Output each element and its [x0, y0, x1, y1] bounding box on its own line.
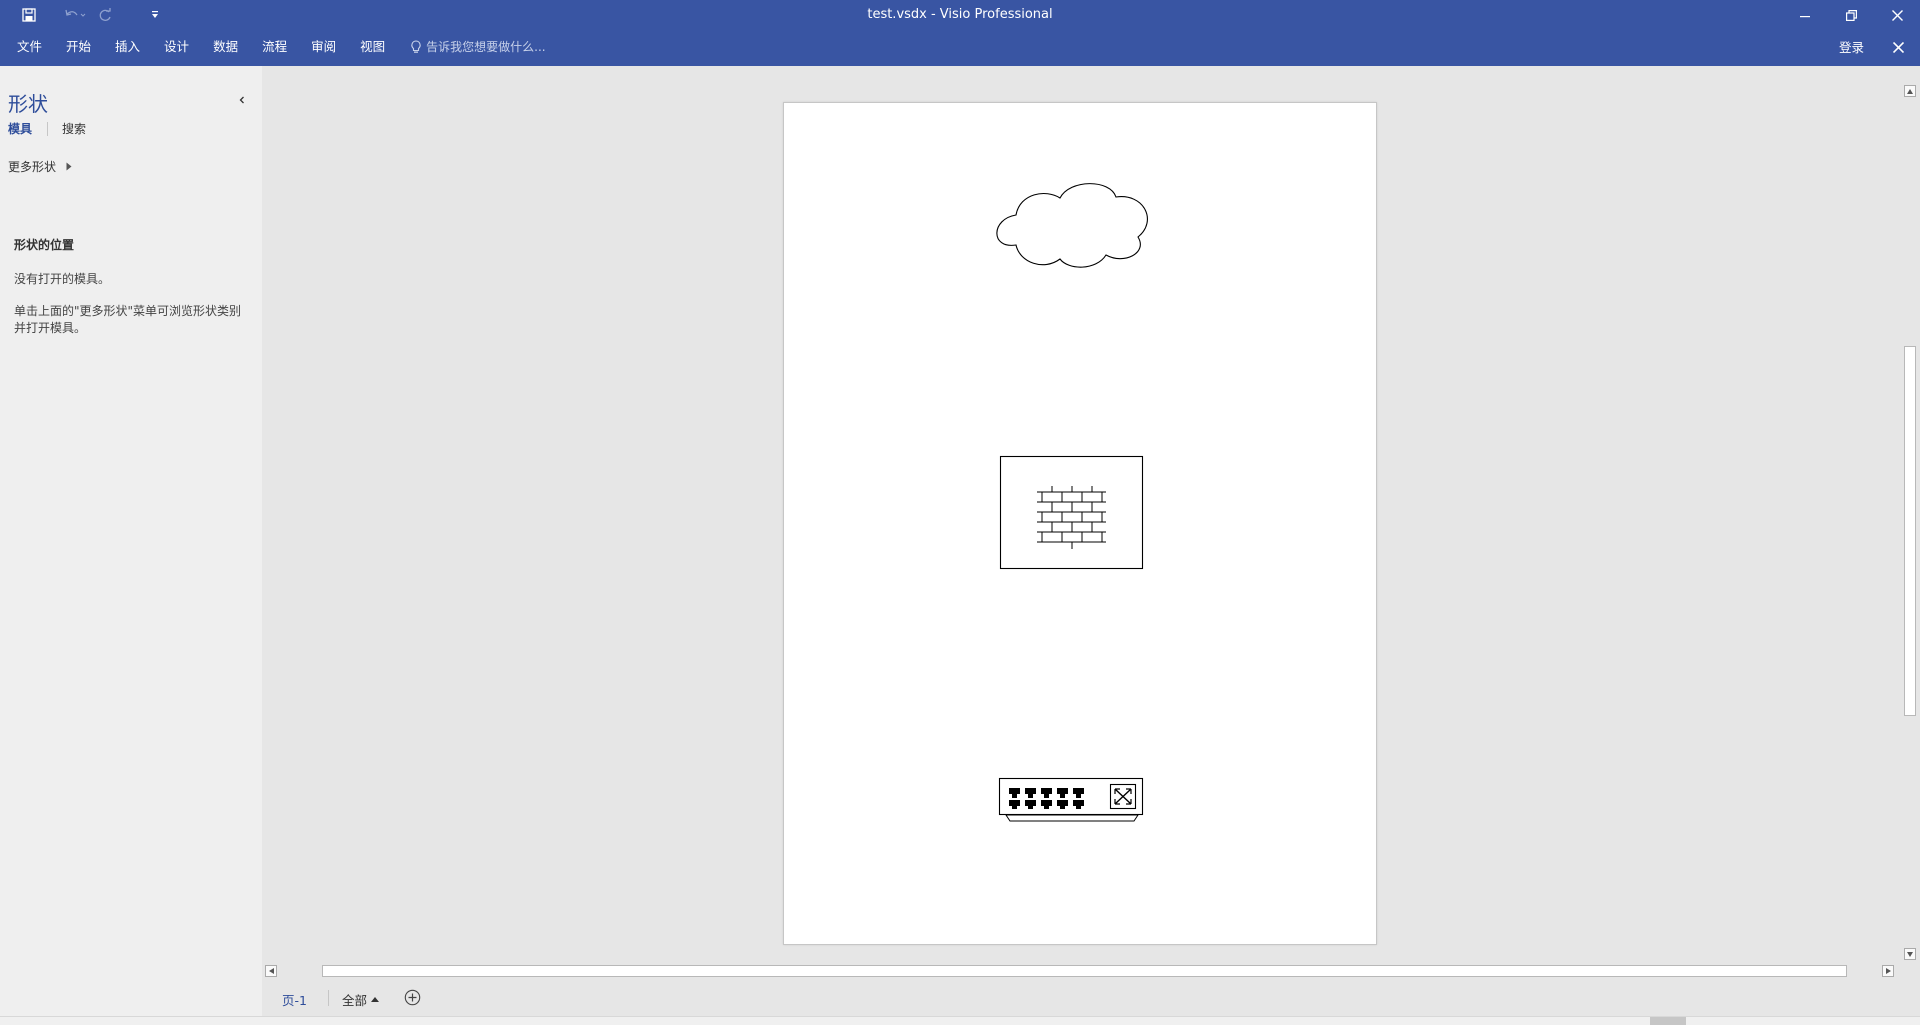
scroll-left-button[interactable]	[265, 965, 277, 977]
tab-home[interactable]: 开始	[55, 33, 102, 60]
close-button[interactable]	[1874, 0, 1920, 31]
caret-up-icon	[371, 997, 380, 1002]
restore-icon	[1845, 10, 1857, 21]
no-stencils-message: 没有打开的模具。	[14, 272, 111, 286]
chevron-left-icon	[239, 96, 244, 104]
title-bar: test.vsdx - Visio Professional	[0, 0, 1920, 31]
minimize-button[interactable]	[1782, 0, 1828, 31]
horizontal-scroll-thumb[interactable]	[322, 965, 1847, 977]
switch-shape[interactable]	[998, 777, 1144, 822]
window-title: test.vsdx - Visio Professional	[867, 7, 1053, 22]
scroll-up-button[interactable]	[1904, 85, 1916, 97]
drawing-page[interactable]	[783, 102, 1377, 945]
close-icon	[1891, 10, 1903, 21]
tab-data[interactable]: 数据	[202, 33, 249, 60]
shapes-pane-title: 形状	[8, 92, 48, 116]
all-pages-button[interactable]: 全部	[342, 990, 380, 1009]
page-tabs-bar: 页-1 全部	[262, 980, 1920, 1016]
page-tab-1[interactable]: 页-1	[282, 990, 307, 1009]
tell-me-placeholder: 告诉我您想要做什么...	[426, 40, 546, 54]
firewall-shape[interactable]	[999, 455, 1144, 570]
sign-in-link[interactable]: 登录	[1839, 37, 1864, 56]
tab-search[interactable]: 搜索	[62, 120, 86, 137]
restore-button[interactable]	[1828, 0, 1874, 31]
zoom-slider-thumb[interactable]	[1650, 1017, 1686, 1025]
lightbulb-icon	[411, 39, 421, 53]
all-pages-label: 全部	[342, 993, 368, 1008]
vertical-scrollbar[interactable]	[1900, 82, 1920, 962]
page-shapes	[996, 183, 1148, 822]
cloud-shape[interactable]	[996, 183, 1148, 268]
horizontal-scrollbar[interactable]	[262, 962, 1900, 980]
arrow-down-icon	[1907, 951, 1913, 957]
tab-file[interactable]: 文件	[6, 33, 53, 60]
add-page-icon[interactable]	[404, 989, 421, 1006]
divider	[328, 990, 329, 1006]
status-bar	[0, 1016, 1920, 1025]
tab-process[interactable]: 流程	[251, 33, 298, 60]
close-icon	[1892, 41, 1904, 53]
chevron-right-icon	[66, 162, 72, 171]
ribbon-tabs: 文件 开始 插入 设计 数据 流程 审阅 视图 告诉我您想要做什么...	[6, 31, 546, 62]
shapes-pane: 形状 模具 搜索 更多形状 形状的位置 没有打开的模具。 单击上面的"更多形状"…	[0, 66, 262, 1016]
minimize-icon	[1800, 15, 1810, 17]
more-shapes-menu[interactable]: 更多形状	[8, 158, 72, 175]
collapse-pane-button[interactable]	[234, 92, 250, 108]
shapes-pane-tabs: 模具 搜索	[8, 120, 86, 137]
tell-me-box[interactable]: 告诉我您想要做什么...	[410, 38, 546, 55]
more-shapes-label: 更多形状	[8, 160, 57, 174]
arrow-up-icon	[1907, 88, 1913, 94]
shapes-location-title: 形状的位置	[14, 238, 75, 252]
arrow-left-icon	[268, 968, 274, 974]
tab-view[interactable]: 视图	[349, 33, 396, 60]
ribbon-close-button[interactable]	[1888, 37, 1908, 57]
tab-design[interactable]: 设计	[153, 33, 200, 60]
divider	[47, 121, 49, 136]
tab-stencils[interactable]: 模具	[8, 120, 32, 137]
arrow-right-icon	[1885, 968, 1891, 974]
scroll-right-button[interactable]	[1882, 965, 1894, 977]
ribbon-tab-bar: 文件 开始 插入 设计 数据 流程 审阅 视图 告诉我您想要做什么... 登录	[0, 31, 1920, 66]
more-shapes-hint: 单击上面的"更多形状"菜单可浏览形状类别并打开模具。	[14, 304, 242, 335]
vertical-scroll-thumb[interactable]	[1904, 346, 1916, 716]
scroll-down-button[interactable]	[1904, 948, 1916, 960]
tab-insert[interactable]: 插入	[104, 33, 151, 60]
window-controls	[1782, 0, 1920, 31]
tab-review[interactable]: 审阅	[300, 33, 347, 60]
